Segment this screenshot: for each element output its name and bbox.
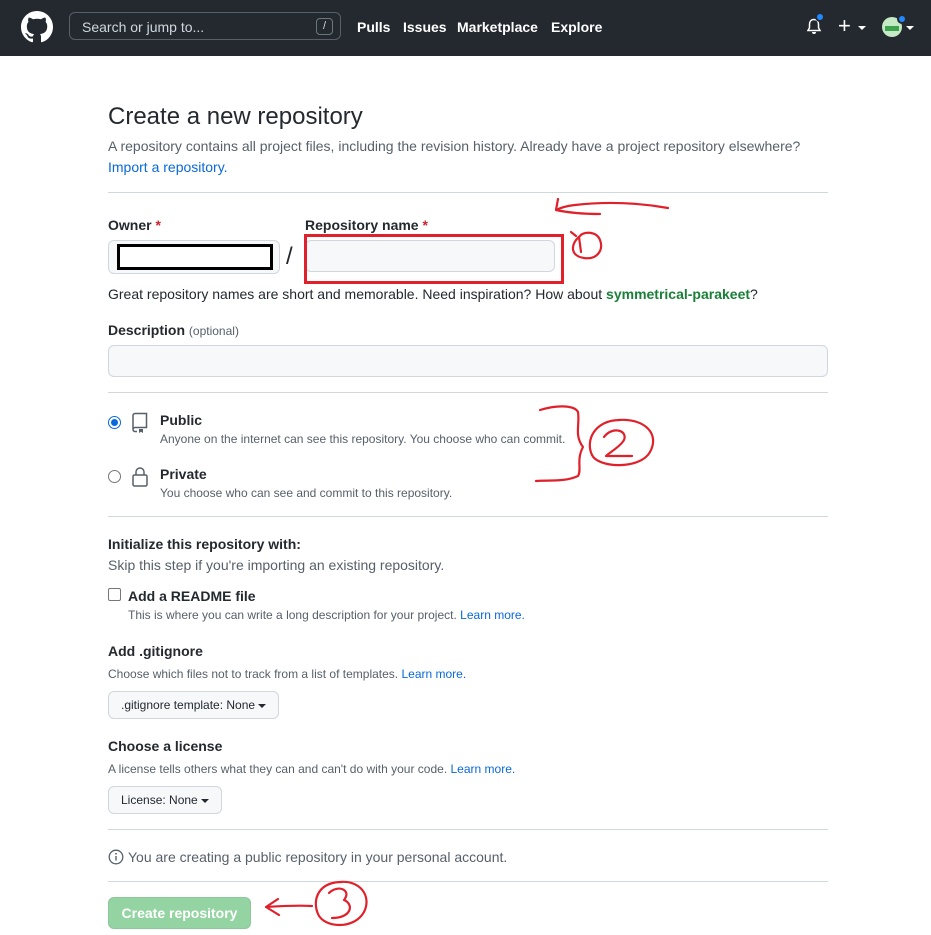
readme-desc-text: This is where you can write a long descr…	[128, 608, 457, 622]
search-input[interactable]: Search or jump to... /	[69, 12, 341, 40]
license-dropdown[interactable]: License: None	[108, 786, 222, 814]
chevron-down-icon	[258, 703, 267, 708]
optional-marker: (optional)	[188, 324, 239, 338]
chevron-down-icon	[906, 26, 914, 30]
search-placeholder: Search or jump to...	[82, 19, 205, 35]
hint-end: ?	[750, 286, 758, 302]
license-title: Choose a license	[108, 738, 223, 754]
required-marker: *	[422, 217, 428, 233]
license-learn-more-link[interactable]: Learn more.	[451, 762, 516, 776]
private-description: You choose who can see and commit to thi…	[160, 486, 453, 500]
license-button-label: License: None	[121, 793, 198, 807]
nav-explore[interactable]: Explore	[551, 19, 602, 35]
divider	[108, 392, 828, 393]
chevron-down-icon	[858, 26, 866, 30]
github-logo-icon[interactable]	[21, 11, 53, 43]
divider	[108, 881, 828, 882]
subtitle-text: A repository contains all project files,…	[108, 138, 801, 154]
readme-label[interactable]: Add a README file	[128, 588, 256, 604]
owner-select[interactable]	[108, 240, 280, 274]
description-label-text: Description	[108, 322, 186, 338]
license-description: A license tells others what they can and…	[108, 762, 515, 776]
nav-pulls[interactable]: Pulls	[357, 19, 390, 35]
nav-issues[interactable]: Issues	[403, 19, 447, 35]
suggested-name-link[interactable]: symmetrical-parakeet	[606, 286, 750, 302]
top-navbar: Search or jump to... / Pulls Issues Mark…	[0, 0, 931, 56]
repo-name-label-text: Repository name	[305, 217, 419, 233]
annotation-highlight-box	[304, 234, 564, 284]
search-shortcut-key: /	[316, 18, 333, 35]
description-label: Description (optional)	[108, 322, 239, 338]
visibility-notice: You are creating a public repository in …	[128, 849, 508, 865]
private-label[interactable]: Private	[160, 466, 207, 482]
chevron-down-icon	[200, 798, 209, 803]
public-radio[interactable]	[108, 416, 121, 429]
repo-name-label: Repository name *	[305, 217, 428, 233]
gitignore-template-dropdown[interactable]: .gitignore template: None	[108, 691, 280, 719]
create-repository-button[interactable]: Create repository	[108, 897, 251, 929]
info-icon	[108, 849, 124, 865]
init-title: Initialize this repository with:	[108, 536, 301, 552]
divider	[108, 192, 828, 193]
owner-label: Owner *	[108, 217, 161, 233]
readme-checkbox[interactable]	[108, 588, 121, 601]
divider	[108, 516, 828, 517]
description-input[interactable]	[108, 345, 828, 377]
page-subtitle: A repository contains all project files,…	[108, 136, 828, 178]
required-marker: *	[155, 217, 161, 233]
hint-text: Great repository names are short and mem…	[108, 286, 603, 302]
annotation-arrow-3	[264, 897, 314, 917]
gitignore-title: Add .gitignore	[108, 643, 203, 659]
import-repository-link[interactable]: Import a repository.	[108, 159, 228, 175]
create-new-menu[interactable]: +	[838, 14, 851, 38]
repo-icon	[132, 412, 148, 433]
owner-repo-separator: /	[286, 243, 293, 270]
readme-description: This is where you can write a long descr…	[128, 608, 525, 622]
lock-icon	[132, 467, 148, 487]
notification-indicator	[815, 12, 825, 22]
gitignore-learn-more-link[interactable]: Learn more.	[401, 667, 466, 681]
init-subtitle: Skip this step if you're importing an ex…	[108, 557, 445, 573]
owner-redacted	[117, 244, 273, 270]
avatar-status-indicator	[897, 14, 907, 24]
public-label[interactable]: Public	[160, 412, 202, 428]
gitignore-description: Choose which files not to track from a l…	[108, 667, 466, 681]
owner-label-text: Owner	[108, 217, 152, 233]
annotation-arrow-1	[554, 197, 670, 216]
gitignore-desc-text: Choose which files not to track from a l…	[108, 667, 399, 681]
repo-name-hint: Great repository names are short and mem…	[108, 286, 758, 302]
gitignore-button-label: .gitignore template: None	[121, 698, 256, 712]
readme-learn-more-link[interactable]: Learn more.	[460, 608, 525, 622]
public-description: Anyone on the internet can see this repo…	[160, 432, 566, 446]
annotation-number-3	[314, 880, 368, 926]
private-radio[interactable]	[108, 470, 121, 483]
nav-marketplace[interactable]: Marketplace	[457, 19, 538, 35]
page-title: Create a new repository	[108, 103, 363, 130]
annotation-number-1	[569, 230, 603, 260]
license-desc-text: A license tells others what they can and…	[108, 762, 448, 776]
annotation-number-2	[588, 418, 655, 467]
divider	[108, 829, 828, 830]
